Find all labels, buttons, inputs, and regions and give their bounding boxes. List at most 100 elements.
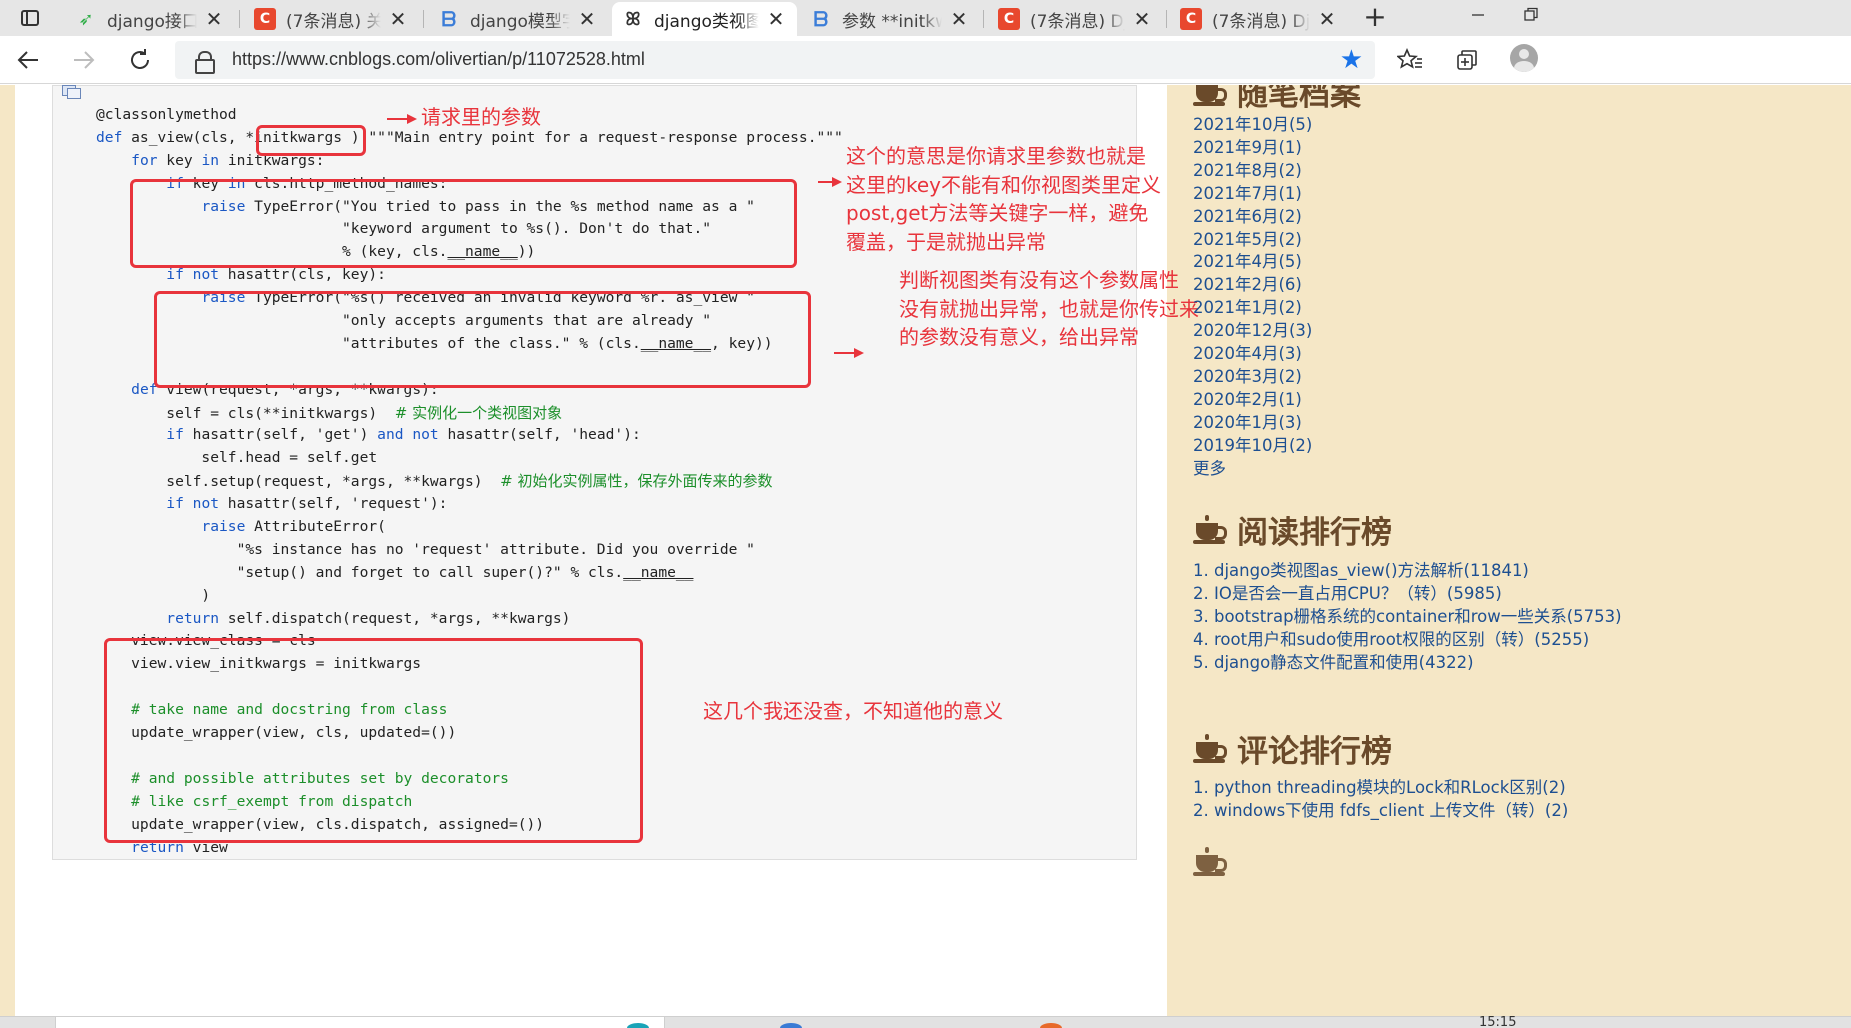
refresh-button[interactable] [122, 44, 158, 76]
lock-icon[interactable] [195, 51, 215, 74]
csdn-icon: C [998, 8, 1020, 30]
taskbar-app-icon[interactable] [1040, 1023, 1062, 1028]
tab-close-icon[interactable]: ✕ [387, 7, 409, 31]
next-section-heading-partial [1193, 847, 1237, 877]
read-rank-list: 1. django类视图as_view()方法解析(11841) 2. IO是否… [1193, 560, 1843, 675]
tab-close-icon[interactable]: ✕ [203, 7, 225, 31]
archive-item[interactable]: 2021年1月(2) [1193, 297, 1312, 320]
tab-separator [423, 10, 424, 28]
archive-item[interactable]: 2020年3月(2) [1193, 366, 1312, 389]
back-arrow-icon [17, 51, 38, 69]
archive-item[interactable]: 2021年10月(5) [1193, 114, 1312, 137]
comment-rank-item[interactable]: 2. windows下使用 fdfs_client 上传文件（转）(2) [1193, 800, 1843, 823]
profile-avatar[interactable] [1510, 44, 1538, 72]
tab-django-api[interactable]: ➶ django接口开发 ✕ [65, 2, 235, 36]
archive-item[interactable]: 2021年2月(6) [1193, 274, 1312, 297]
comment-rank-item[interactable]: 1. python threading模块的Lock和RLock区别(2) [1193, 777, 1843, 800]
taskbar-search-box[interactable] [55, 1016, 665, 1028]
tab-close-icon[interactable]: ✕ [1316, 7, 1338, 31]
tab-title: django模型字段 [470, 11, 570, 32]
archive-item[interactable]: 2019年10月(2) [1193, 435, 1312, 458]
code-keyword: if [166, 426, 184, 444]
read-rank-item[interactable]: 2. IO是否会一直占用CPU？（转）(5985) [1193, 583, 1843, 606]
highlight-method-name-check [130, 179, 797, 268]
tab-csdn-2[interactable]: C (7条消息) Djang ✕ [988, 2, 1163, 36]
highlight-initkwargs [256, 125, 366, 156]
tab-django-view-active[interactable]: ꕤ django类视图as ✕ [612, 2, 797, 36]
tab-actions-icon [21, 10, 39, 26]
bing-icon: ᗷ [813, 7, 829, 31]
forward-button[interactable] [66, 44, 102, 76]
tab-django-model[interactable]: ᗷ django模型字段 ✕ [428, 2, 608, 36]
code-keyword: if not [166, 495, 220, 513]
favorites-button[interactable] [1393, 44, 1427, 76]
tab-initkwargs[interactable]: ᗷ 参数 **initkwargs ✕ [800, 2, 980, 36]
code-line: if not hasattr(self, 'request'): [96, 493, 843, 516]
copy-code-icon[interactable] [62, 85, 81, 99]
collections-button[interactable] [1450, 44, 1484, 76]
annotation-line: 这个的意思是你请求里参数也就是 [846, 144, 1146, 168]
tab-title: (7条消息) Djang [1030, 11, 1125, 32]
edge-taskbar-icon[interactable] [627, 1023, 649, 1028]
archive-item[interactable]: 2020年12月(3) [1193, 320, 1312, 343]
tab-actions-button[interactable] [10, 5, 50, 31]
blog-sidebar: 随笔档案 2021年10月(5) 2021年9月(1) 2021年8月(2) 2… [1167, 85, 1851, 1028]
minimize-icon [1472, 14, 1484, 16]
code-line: raise AttributeError( [96, 516, 843, 539]
archive-item[interactable]: 2020年1月(3) [1193, 412, 1312, 435]
archive-item[interactable]: 2020年2月(1) [1193, 389, 1312, 412]
code-token: self = cls(**initkwargs) [96, 404, 395, 422]
archive-item[interactable]: 2021年4月(5) [1193, 251, 1312, 274]
tab-close-icon[interactable]: ✕ [1131, 7, 1153, 31]
url-text[interactable]: https://www.cnblogs.com/olivertian/p/110… [232, 49, 645, 70]
leaf-icon: ➶ [78, 8, 94, 30]
restore-button[interactable] [1508, 0, 1554, 30]
code-keyword: for [131, 151, 158, 169]
archive-item[interactable]: 2021年7月(1) [1193, 183, 1312, 206]
highlight-attr-check [154, 291, 811, 388]
tab-title: 参数 **initkwargs [842, 11, 942, 32]
annotation-key-conflict: 这个的意思是你请求里参数也就是 这里的key不能有和你视图类里定义 post,g… [846, 142, 1161, 256]
tab-close-icon[interactable]: ✕ [576, 7, 598, 31]
code-line: self.head = self.get [96, 447, 843, 470]
minimize-button[interactable] [1455, 0, 1501, 30]
read-rank-item[interactable]: 1. django类视图as_view()方法解析(11841) [1193, 560, 1843, 583]
new-tab-button[interactable]: + [1360, 2, 1390, 34]
code-token: hasattr(cls, key): [219, 266, 386, 284]
tab-csdn-3[interactable]: C (7条消息) Djang ✕ [1170, 2, 1348, 36]
archive-item[interactable]: 2020年4月(3) [1193, 343, 1312, 366]
read-rank-item[interactable]: 5. django静态文件配置和使用(4322) [1193, 652, 1843, 675]
tab-close-icon[interactable]: ✕ [948, 7, 970, 31]
tab-title: (7条消息) 关于 [286, 11, 381, 32]
coffee-cup-icon [1193, 733, 1231, 764]
tab-close-icon[interactable]: ✕ [765, 7, 787, 31]
archive-item[interactable]: 2021年8月(2) [1193, 160, 1312, 183]
tab-title: django接口开发 [107, 11, 197, 32]
code-token: ):"""Main entry point for a request-resp… [342, 128, 843, 146]
archive-list: 2021年10月(5) 2021年9月(1) 2021年8月(2) 2021年7… [1193, 114, 1312, 481]
code-line: "setup() and forget to call super()?" % … [96, 562, 843, 585]
post-content: @classonlymethod def as_view(cls, *initkw… [0, 85, 1199, 1028]
favorite-star-icon[interactable]: ★ [1340, 45, 1363, 75]
coffee-cup-icon [1193, 847, 1231, 877]
code-token: hasattr(self, 'head'): [438, 426, 641, 444]
archive-item[interactable]: 2021年5月(2) [1193, 229, 1312, 252]
address-bar[interactable]: https://www.cnblogs.com/olivertian/p/110… [175, 41, 1375, 79]
read-rank-item[interactable]: 3. bootstrap栅格系统的container和row一些关系(5753) [1193, 606, 1843, 629]
archive-item[interactable]: 2021年6月(2) [1193, 206, 1312, 229]
code-token: "setup() and forget to call super()?" % … [96, 563, 624, 581]
read-rank-item[interactable]: 4. root用户和sudo使用root权限的区别（转）(5255) [1193, 629, 1843, 652]
taskbar-app-icon[interactable] [780, 1023, 802, 1028]
code-keyword: return [166, 609, 220, 627]
comment-rank-list: 1. python threading模块的Lock和RLock区别(2) 2.… [1193, 777, 1843, 823]
code-line: self = cls(**initkwargs) # 实例化一个类视图对象 [96, 402, 843, 425]
archive-more-link[interactable]: 更多 [1193, 458, 1312, 481]
archive-item[interactable]: 2021年9月(1) [1193, 137, 1312, 160]
back-button[interactable] [10, 44, 46, 76]
tab-csdn-1[interactable]: C (7条消息) 关于 ✕ [244, 2, 419, 36]
collections-icon [1457, 50, 1477, 70]
code-line: "%s instance has no 'request' attribute.… [96, 539, 843, 562]
